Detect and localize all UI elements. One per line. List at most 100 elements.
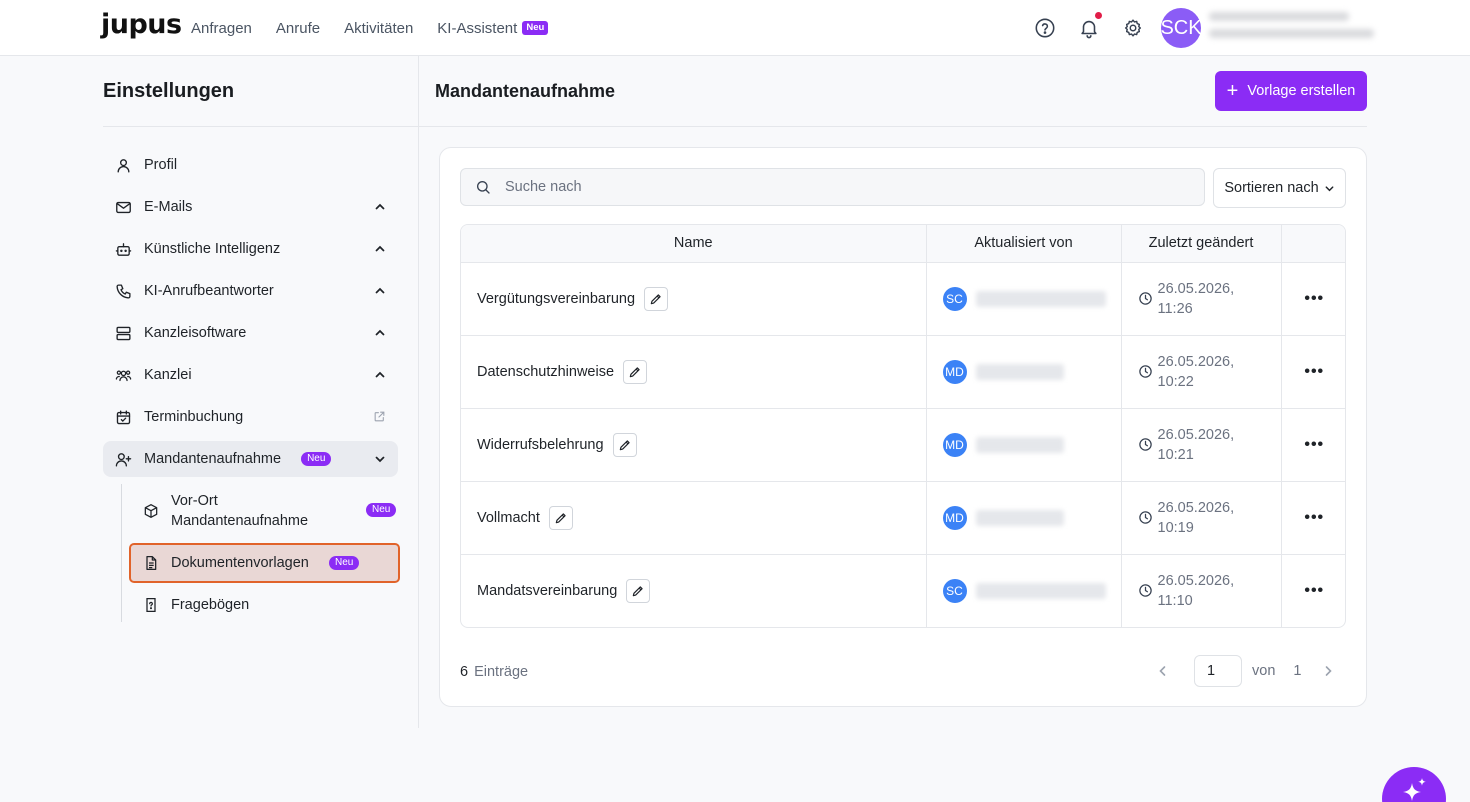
template-name[interactable]: Vollmacht [477, 510, 540, 526]
search-box[interactable] [460, 168, 1205, 206]
divider [419, 126, 1367, 127]
chevron-up-icon[interactable] [374, 285, 386, 297]
chevron-up-icon[interactable] [374, 327, 386, 339]
nav-item-anfragen[interactable]: Anfragen [191, 20, 252, 37]
sidebar-item-label: Künstliche Intelligenz [144, 241, 281, 257]
template-name[interactable]: Datenschutzhinweise [477, 364, 614, 380]
user-avatar[interactable]: SCK [1160, 8, 1202, 48]
modified-date: 26.05.2026, [1157, 353, 1235, 370]
user-avatar-small: SC [942, 286, 967, 311]
chevron-down-icon [1324, 183, 1335, 194]
user-plus-icon [115, 451, 132, 468]
column-header-last-modified[interactable]: Zuletzt geändert [1121, 225, 1282, 263]
new-badge: Neu [366, 503, 397, 517]
pencil-icon [650, 293, 661, 304]
box-icon [143, 503, 159, 519]
table-row[interactable]: Datenschutzhinweise MD 26.05.2026, 10:22 … [461, 335, 1345, 409]
column-header-name[interactable]: Name [461, 225, 927, 263]
nav-item-ki-assistent[interactable]: KI-Assistent Neu [437, 19, 549, 37]
new-badge: Neu [522, 21, 549, 35]
total-pages: 1 [1293, 663, 1302, 679]
jupus-logo[interactable]: jupus [101, 9, 182, 40]
clock-icon [1138, 292, 1152, 305]
templates-card: Sortieren nach Name Aktualisiert von Zul… [439, 147, 1367, 707]
more-options-icon[interactable]: ••• [1304, 290, 1324, 306]
sidebar-item-label: Mandantenaufnahme [144, 451, 282, 467]
help-circle-icon[interactable] [1034, 17, 1056, 39]
notification-dot [1095, 12, 1102, 19]
plus-icon: + [1226, 80, 1239, 102]
edit-name-button[interactable] [612, 432, 637, 457]
table-row[interactable]: Vollmacht MD 26.05.2026, 10:19 ••• [461, 481, 1345, 555]
user-avatar-small: MD [942, 505, 967, 530]
sidebar-subitem-dokumentenvorlagen[interactable]: Dokumentenvorlagen Neu [129, 543, 400, 583]
table-row[interactable]: Widerrufsbelehrung MD 26.05.2026, 10:21 •… [461, 408, 1345, 482]
mail-icon [115, 199, 132, 216]
entries-count-label: Einträge [474, 664, 529, 680]
more-options-icon[interactable]: ••• [1304, 363, 1324, 379]
gear-icon[interactable] [1122, 17, 1144, 39]
clock-icon [1138, 584, 1152, 597]
chevron-right-icon[interactable] [1321, 664, 1335, 678]
sidebar-item-mandantenaufnahme[interactable]: Mandantenaufnahme Neu [103, 441, 398, 477]
sidebar-item-kanzleisoftware[interactable]: Kanzleisoftware [103, 315, 398, 351]
more-options-icon[interactable]: ••• [1304, 582, 1324, 598]
sidebar-item-ki-anrufbeantworter[interactable]: KI-Anrufbeantworter [103, 273, 398, 309]
user-name-redacted [975, 436, 1064, 453]
user-icon [115, 157, 132, 174]
sidebar-subitem-frageboegen[interactable]: Fragebögen [131, 587, 398, 623]
nav-item-label: Anrufe [275, 19, 321, 37]
chevron-up-icon[interactable] [374, 243, 386, 255]
more-options-icon[interactable]: ••• [1304, 436, 1324, 452]
sparkle-icon [1403, 778, 1426, 801]
edit-name-button[interactable] [548, 505, 573, 530]
new-badge: Neu [329, 556, 360, 570]
sidebar-item-terminbuchung[interactable]: Terminbuchung [103, 399, 398, 435]
nav-item-aktivitaeten[interactable]: Aktivitäten [344, 20, 413, 37]
nav-item-label: KI-Assistent [437, 19, 518, 37]
template-name[interactable]: Mandatsvereinbarung [477, 583, 617, 599]
sort-dropdown[interactable]: Sortieren nach [1213, 168, 1346, 208]
pencil-icon [619, 439, 630, 450]
page-number-input[interactable] [1194, 655, 1242, 687]
sidebar-item-emails[interactable]: E-Mails [103, 189, 398, 225]
robot-icon [115, 241, 132, 258]
ai-assistant-fab[interactable] [1382, 767, 1446, 802]
sidebar-item-kuenstliche-intelligenz[interactable]: Künstliche Intelligenz [103, 231, 398, 267]
column-divider [418, 56, 419, 728]
table-row[interactable]: Mandatsvereinbarung SC 26.05.2026, 11:10 … [461, 554, 1345, 627]
server-icon [115, 325, 132, 342]
modified-date: 26.05.2026, [1157, 280, 1235, 297]
nav-item-anrufe[interactable]: Anrufe [276, 20, 320, 37]
chevron-left-icon[interactable] [1156, 664, 1170, 678]
edit-name-button[interactable] [626, 578, 651, 603]
page-title: Mandantenaufnahme [435, 81, 616, 101]
nav-item-label: Aktivitäten [344, 19, 414, 37]
bell-icon[interactable] [1078, 17, 1100, 39]
submenu-guide-line [121, 484, 122, 622]
edit-name-button[interactable] [644, 286, 669, 311]
chevron-up-icon[interactable] [374, 201, 386, 213]
sidebar-subitem-vor-ort-mandantenaufnahme[interactable]: Vor-Ort Mandantenaufnahme Neu [131, 491, 398, 531]
modified-time: 11:26 [1157, 300, 1193, 317]
sidebar-item-label: Kanzlei [144, 367, 192, 383]
chevron-down-icon[interactable] [374, 453, 386, 465]
sidebar-item-kanzlei[interactable]: Kanzlei [103, 357, 398, 393]
chevron-up-icon[interactable] [374, 369, 386, 381]
modified-date: 26.05.2026, [1157, 426, 1235, 443]
edit-name-button[interactable] [623, 359, 648, 384]
table-row[interactable]: Vergütungsvereinbarung SC 26.05.2026, 11:… [461, 262, 1345, 336]
modified-time: 10:22 [1157, 373, 1194, 390]
modified-date: 26.05.2026, [1157, 572, 1235, 589]
template-name[interactable]: Vergütungsvereinbarung [477, 291, 635, 307]
sidebar-item-label: Terminbuchung [144, 409, 244, 425]
search-input[interactable] [505, 179, 1165, 195]
user-info-redacted[interactable] [1209, 12, 1374, 46]
top-navigation-bar: jupus Anfragen Anrufe Aktivitäten KI-Ass… [0, 0, 1470, 56]
pencil-icon [633, 586, 643, 596]
sidebar-item-profil[interactable]: Profil [103, 147, 398, 183]
create-template-button[interactable]: + Vorlage erstellen [1215, 71, 1367, 111]
more-options-icon[interactable]: ••• [1304, 509, 1324, 525]
column-header-updated-by[interactable]: Aktualisiert von [926, 225, 1122, 263]
template-name[interactable]: Widerrufsbelehrung [477, 437, 604, 453]
